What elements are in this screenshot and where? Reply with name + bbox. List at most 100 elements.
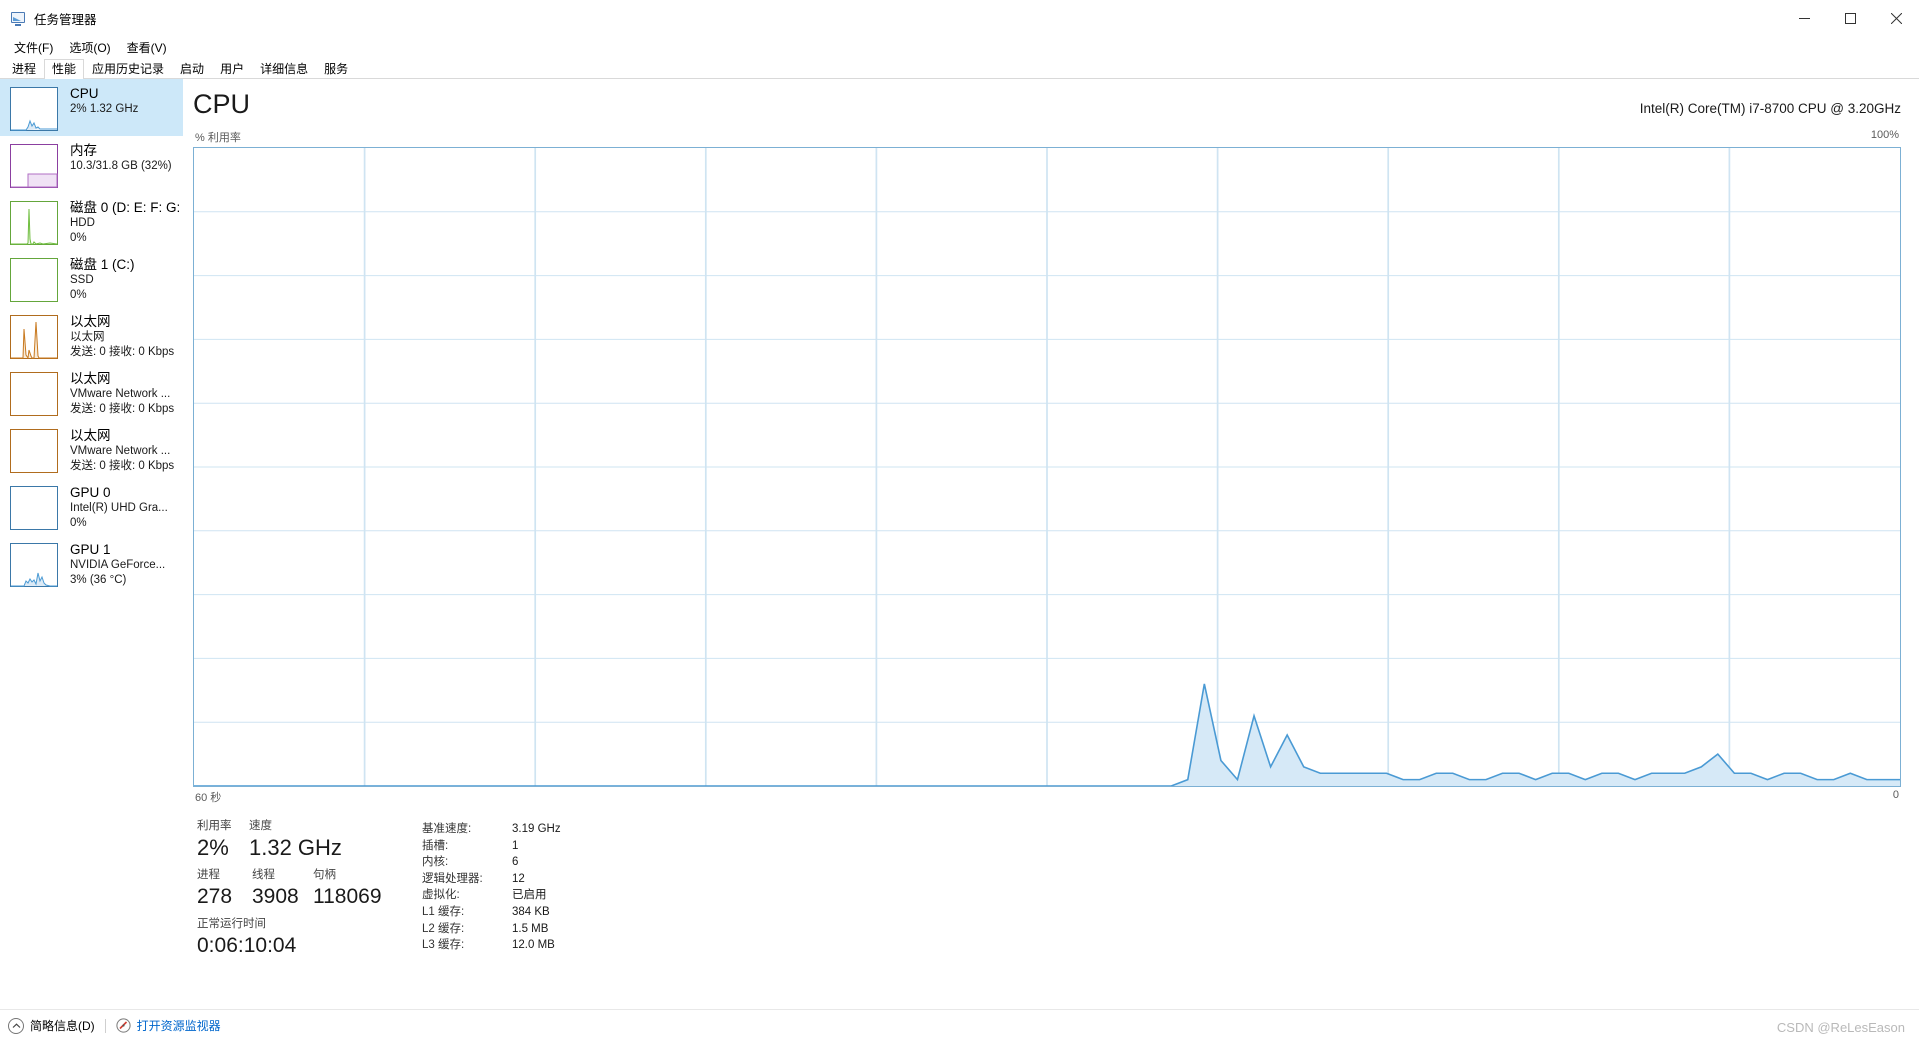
tab-users[interactable]: 用户 [212,59,252,79]
stat-threads: 线程 3908 [252,868,305,911]
sidebar-sub-gpu-0-name: Intel(R) UHD Gra... [70,502,168,514]
stat-handles-value: 118069 [313,885,382,908]
open-resource-monitor-label: 打开资源监视器 [136,1019,221,1033]
page-title: CPU [193,89,251,119]
spec-key-l2-cache: L2 缓存: [422,922,465,935]
stat-uptime-label: 正常运行时间 [197,918,266,930]
menu-file[interactable]: 文件(F) [6,37,61,58]
sidebar-label-memory: 内存 [70,143,97,158]
panel-header: CPU Intel(R) Core(TM) i7-8700 CPU @ 3.20… [193,79,1901,121]
cpu-statistics: 利用率 2% 速度 1.32 GHz 进程 278 线程 3908 句柄 118… [193,819,1901,966]
window-controls [1781,0,1919,36]
performance-detail-panel: CPU Intel(R) Core(TM) i7-8700 CPU @ 3.20… [183,79,1919,1009]
graph-y-axis-label: % 利用率 [195,132,241,144]
sidebar-item-disk-1[interactable]: 磁盘 1 (C:) SSD 0% [0,250,183,307]
sidebar-item-memory[interactable]: 内存 10.3/31.8 GB (32%) [0,136,183,193]
tab-startup[interactable]: 启动 [172,59,212,79]
stat-speed: 速度 1.32 GHz [249,819,342,862]
sidebar-sub-disk-0-pct: 0% [70,232,87,244]
sidebar-sub-ethernet-1-name: 以太网 [70,331,105,343]
open-resource-monitor-button[interactable]: 打开资源监视器 [116,1017,221,1034]
sidebar-sub-gpu-1-name: NVIDIA GeForce... [70,559,166,571]
window-title: 任务管理器 [34,12,97,27]
status-bar: 简略信息(D) 打开资源监视器 CSDN @ReLesEason [0,1009,1919,1041]
tab-strip: 进程 性能 应用历史记录 启动 用户 详细信息 服务 [0,58,1919,79]
sidebar-sub-ethernet-1-rate: 发送: 0 接收: 0 Kbps [70,346,175,358]
cpu-graph-svg [194,148,1900,786]
sidebar-sub-disk-1-pct: 0% [70,289,87,301]
resource-sidebar[interactable]: CPU 2% 1.32 GHz 内存 10.3/31.8 GB (32%) 磁盘… [0,79,183,1009]
sidebar-item-ethernet-1[interactable]: 以太网 以太网 发送: 0 接收: 0 Kbps [0,307,183,364]
sidebar-sub-ethernet-2-name: VMware Network ... [70,388,171,400]
menu-bar: 文件(F) 选项(O) 查看(V) [0,36,1919,58]
fewer-details-label: 简略信息(D) [30,1019,95,1033]
stat-processes-label: 进程 [197,869,220,881]
tab-details[interactable]: 详细信息 [252,59,316,79]
cpu-spec-list: 基准速度: 3.19 GHz 插槽: 1 内核: 6 逻辑处理器: 12 虚拟化… [422,819,1901,966]
stat-speed-value: 1.32 GHz [249,835,342,860]
sidebar-item-ethernet-2[interactable]: 以太网 VMware Network ... 发送: 0 接收: 0 Kbps [0,364,183,421]
tab-performance[interactable]: 性能 [44,59,85,79]
graph-x-axis-label: 60 秒 [195,792,222,804]
sidebar-sub-ethernet-2-rate: 发送: 0 接收: 0 Kbps [70,403,175,415]
sidebar-item-cpu[interactable]: CPU 2% 1.32 GHz [0,79,183,136]
spec-row-cores: 内核: 6 [422,854,1901,871]
disk-1-thumbnail-chart [10,258,58,302]
spec-row-logical-processors: 逻辑处理器: 12 [422,871,1901,888]
sidebar-sub-ethernet-3-name: VMware Network ... [70,445,171,457]
title-bar: 任务管理器 [0,0,1919,36]
tab-app-history[interactable]: 应用历史记录 [84,59,172,79]
graph-y-axis-max: 100% [1870,129,1899,141]
fewer-details-button[interactable]: 简略信息(D) [8,1017,95,1034]
spec-row-l3-cache: L3 缓存: 12.0 MB [422,937,1901,954]
memory-thumbnail-chart [10,144,58,188]
gpu-0-thumbnail-chart [10,486,58,530]
graph-top-labels: % 利用率 100% [193,129,1901,147]
close-button[interactable] [1873,0,1919,36]
spec-value-virtualization: 已启用 [512,889,547,902]
sidebar-item-gpu-0[interactable]: GPU 0 Intel(R) UHD Gra... 0% [0,478,183,535]
spec-key-l3-cache: L3 缓存: [422,939,465,952]
spec-key-sockets: 插槽: [422,839,449,852]
sidebar-label-disk-0: 磁盘 0 (D: E: F: G:) [70,200,179,215]
sidebar-label-ethernet-3: 以太网 [70,428,111,443]
sidebar-item-ethernet-3[interactable]: 以太网 VMware Network ... 发送: 0 接收: 0 Kbps [0,421,183,478]
spec-value-l3-cache: 12.0 MB [512,939,555,952]
sidebar-sub-gpu-1-pct: 3% (36 °C) [70,574,127,586]
minimize-button[interactable] [1781,0,1827,36]
sidebar-label-gpu-0: GPU 0 [70,485,111,500]
gpu-1-thumbnail-chart [10,543,58,587]
spec-row-base-speed: 基准速度: 3.19 GHz [422,821,1901,838]
ethernet-1-thumbnail-chart [10,315,58,359]
graph-x-axis-max: 0 [1892,789,1899,801]
spec-value-l2-cache: 1.5 MB [512,922,549,935]
menu-options[interactable]: 选项(O) [61,37,118,58]
watermark-text: CSDN @ReLesEason [1776,1020,1905,1035]
stat-processes-value: 278 [197,885,233,908]
sidebar-label-disk-1: 磁盘 1 (C:) [70,257,135,272]
sidebar-item-gpu-1[interactable]: GPU 1 NVIDIA GeForce... 3% (36 °C) [0,535,183,592]
spec-value-l1-cache: 384 KB [512,905,550,918]
maximize-button[interactable] [1827,0,1873,36]
chevron-up-icon [8,1017,24,1034]
spec-key-logical-processors: 逻辑处理器: [422,872,483,885]
spec-row-sockets: 插槽: 1 [422,838,1901,855]
sidebar-sub-memory: 10.3/31.8 GB (32%) [70,160,172,172]
sidebar-item-disk-0[interactable]: 磁盘 0 (D: E: F: G:) HDD 0% [0,193,183,250]
sidebar-label-cpu: CPU [70,86,99,101]
menu-view[interactable]: 查看(V) [119,37,175,58]
stat-uptime: 正常运行时间 0:06:10:04 [197,917,296,960]
stat-threads-label: 线程 [252,869,275,881]
stats-row-primary: 利用率 2% 速度 1.32 GHz [197,819,422,862]
spec-key-l1-cache: L1 缓存: [422,905,465,918]
stat-handles: 句柄 118069 [313,868,382,911]
tab-processes[interactable]: 进程 [4,59,44,79]
tab-services[interactable]: 服务 [316,59,356,79]
stat-utilization: 利用率 2% [197,819,241,862]
cpu-thumbnail-chart [10,87,58,131]
sidebar-label-ethernet-2: 以太网 [70,371,111,386]
spec-key-base-speed: 基准速度: [422,823,472,835]
spec-key-cores: 内核: [422,856,449,869]
stat-processes: 进程 278 [197,868,244,911]
stat-uptime-value: 0:06:10:04 [197,934,297,957]
